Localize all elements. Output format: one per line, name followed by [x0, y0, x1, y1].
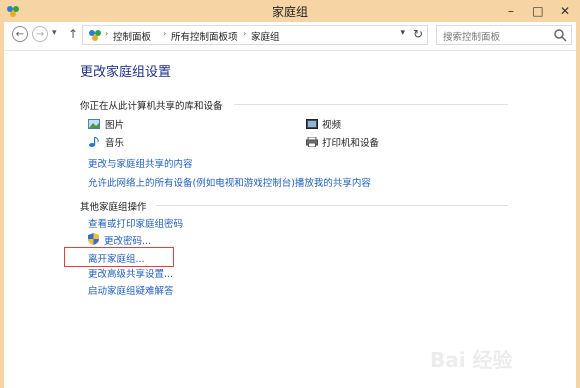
- breadcrumb-separator: ›: [163, 29, 167, 38]
- shield-icon: [88, 233, 99, 245]
- breadcrumb-separator: ›: [243, 29, 247, 38]
- window-frame: ← → ▾ ↑ › 控制面板 › 所有控制面板项 › 家庭组 ▾ ↻ 搜索控制面…: [4, 22, 576, 388]
- library-printers-label: 打印机和设备: [322, 138, 380, 149]
- view-print-password-link[interactable]: 查看或打印家庭组密码: [88, 216, 183, 230]
- navigation-bar: ← → ▾ ↑ › 控制面板 › 所有控制面板项 › 家庭组 ▾ ↻ 搜索控制面…: [4, 22, 576, 51]
- breadcrumb-all-items[interactable]: 所有控制面板项: [171, 29, 238, 43]
- refresh-icon[interactable]: ↻: [413, 27, 423, 41]
- search-icon[interactable]: [553, 28, 567, 42]
- baidu-watermark: Bai 经验: [430, 348, 513, 372]
- maximize-button[interactable]: □: [527, 1, 549, 21]
- music-icon: [89, 137, 99, 147]
- search-input[interactable]: 搜索控制面板: [436, 25, 572, 45]
- leave-homegroup-highlight: [64, 247, 174, 267]
- up-arrow-icon[interactable]: ↑: [68, 27, 78, 41]
- section-divider: [234, 104, 508, 105]
- section-other-title: 其他家庭组操作: [80, 202, 147, 213]
- address-bar[interactable]: › 控制面板 › 所有控制面板项 › 家庭组 ▾ ↻: [82, 25, 428, 45]
- section-divider: [156, 205, 508, 206]
- title-bar: 家庭组 – □ ✕: [0, 0, 580, 22]
- pictures-icon: [88, 119, 100, 129]
- advanced-sharing-link[interactable]: 更改高级共享设置...: [88, 266, 173, 280]
- allow-devices-stream-link[interactable]: 允许此网络上的所有设备(例如电视和游戏控制台)播放我的共享内容: [88, 175, 371, 189]
- recent-locations-icon[interactable]: ▾: [52, 28, 57, 38]
- printer-icon: [306, 137, 318, 147]
- window-title: 家庭组: [271, 5, 308, 19]
- back-arrow-icon[interactable]: ←: [12, 26, 28, 42]
- forward-arrow-icon[interactable]: →: [32, 26, 48, 42]
- control-panel-icon: [89, 30, 101, 41]
- minimize-button[interactable]: –: [500, 1, 522, 21]
- search-placeholder: 搜索控制面板: [443, 32, 501, 43]
- breadcrumb-control-panel[interactable]: 控制面板: [113, 29, 151, 43]
- breadcrumb-homegroup[interactable]: 家庭组: [251, 29, 280, 43]
- page-title: 更改家庭组设置: [80, 65, 172, 80]
- library-video-label: 视频: [322, 120, 342, 131]
- video-icon: [306, 119, 318, 129]
- section-shared-title: 你正在从此计算机共享的库和设备: [80, 101, 223, 112]
- address-dropdown-icon[interactable]: ▾: [400, 28, 405, 38]
- change-shared-content-link[interactable]: 更改与家庭组共享的内容: [88, 156, 193, 170]
- homegroup-troubleshooter-link[interactable]: 启动家庭组疑难解答: [88, 283, 174, 297]
- close-button[interactable]: ✕: [554, 1, 576, 21]
- library-pictures-label: 图片: [105, 120, 125, 131]
- breadcrumb-separator: ›: [105, 29, 109, 38]
- library-music-label: 音乐: [105, 138, 125, 149]
- change-password-link[interactable]: 更改密码...: [104, 233, 151, 247]
